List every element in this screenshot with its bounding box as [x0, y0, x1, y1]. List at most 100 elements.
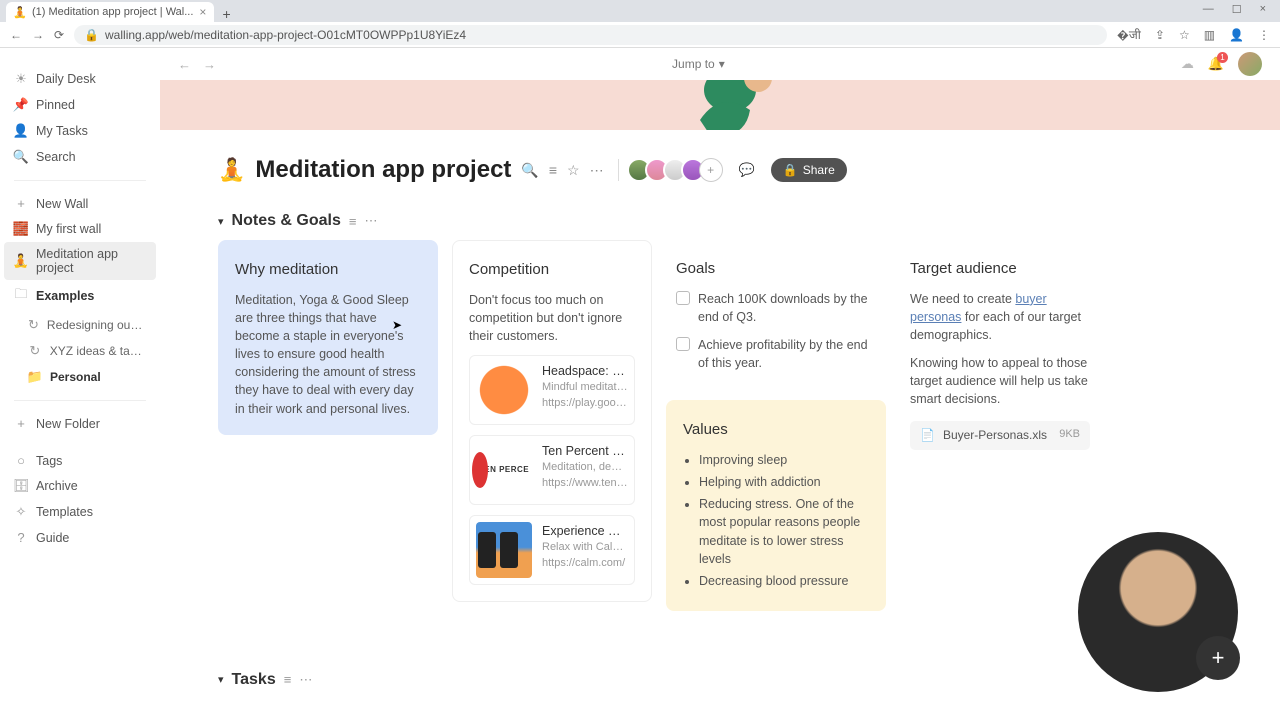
link-title: Experience Calm [542, 522, 628, 540]
comment-icon[interactable]: 💬 [739, 162, 755, 178]
card-target-audience[interactable]: Target audience We need to create buyer … [900, 240, 1100, 468]
wall-icon: 🧘 [14, 253, 28, 269]
cloud-sync-icon[interactable]: ☁ [1181, 56, 1194, 72]
link-desc: Meditation, demystified ... [542, 460, 628, 476]
sidebar-wall[interactable]: 🧱 My first wall [0, 216, 160, 242]
card-goals[interactable]: Goals Reach 100K downloads by the end of… [666, 240, 886, 386]
tab-favicon: 🧘 [14, 6, 26, 18]
sidebar-footer-templates[interactable]: ✧ Templates [0, 499, 160, 525]
goal-text: Reach 100K downloads by the end of Q3. [698, 290, 876, 326]
chevron-down-icon: ▾ [719, 57, 725, 71]
examples-folder[interactable]: 🗀 Examples [0, 280, 160, 312]
sidebar-icon: ☀ [14, 71, 28, 87]
folder-icon: 🗀 [14, 285, 28, 307]
main-canvas: ← → Jump to ▾ ☁ 🔔 1 [160, 48, 1280, 720]
competitor-link[interactable]: Headspace: Mindfu... Mindful meditation … [469, 355, 635, 425]
link-desc: Relax with Calm, a simpl... [542, 540, 628, 556]
new-folder-button[interactable]: + New Folder [0, 411, 160, 436]
filter-icon[interactable]: ≡ [284, 672, 292, 687]
close-tab-icon[interactable]: × [199, 5, 206, 19]
reload-icon[interactable]: ⟳ [54, 28, 64, 42]
bookmark-icon[interactable]: ☆ [1179, 28, 1190, 42]
competitor-link[interactable]: Experience Calm Relax with Calm, a simpl… [469, 515, 635, 585]
back-icon[interactable]: ← [10, 28, 22, 42]
more-icon[interactable]: ⋯ [364, 213, 377, 229]
example-icon: ↻ [28, 317, 39, 333]
filter-icon[interactable]: ≡ [349, 214, 357, 229]
user-avatar[interactable] [1238, 52, 1262, 76]
checkbox[interactable] [676, 337, 690, 351]
page-forward-icon[interactable]: → [203, 57, 216, 72]
more-icon[interactable]: ⋯ [590, 162, 604, 179]
goal-item[interactable]: Achieve profitability by the end of this… [676, 336, 876, 372]
install-icon[interactable]: �जी [1117, 26, 1141, 43]
address-bar[interactable]: 🔒 walling.app/web/meditation-app-project… [74, 25, 1107, 45]
new-wall-button[interactable]: + New Wall [0, 191, 160, 216]
sidebar-example[interactable]: ↻ XYZ ideas & tasks [0, 338, 160, 364]
new-tab-button[interactable]: + [214, 6, 238, 22]
link-url: https://play.google.com/... [542, 396, 628, 412]
share-icon[interactable]: ⇪ [1155, 28, 1165, 42]
card-why-meditation[interactable]: Why meditation Meditation, Yoga & Good S… [218, 240, 438, 435]
sidebar-item-search[interactable]: 🔍 Search [0, 144, 160, 170]
panel-icon[interactable]: ▥ [1204, 28, 1215, 42]
sidebar: ☀ Daily Desk 📌 Pinned 👤 My Tasks 🔍 Searc… [0, 48, 160, 720]
footer-icon: ✧ [14, 504, 28, 520]
page-back-icon[interactable]: ← [178, 57, 191, 72]
app-topbar: ← → Jump to ▾ ☁ 🔔 1 [160, 48, 1280, 80]
more-icon[interactable]: ⋯ [299, 672, 312, 688]
notification-badge: 1 [1217, 52, 1228, 63]
sidebar-footer-guide[interactable]: ? Guide [0, 525, 160, 550]
sidebar-item-daily-desk[interactable]: ☀ Daily Desk [0, 66, 160, 92]
lock-icon: 🔒 [783, 163, 798, 177]
page-header: 🧘 Meditation app project 🔍 ≡ ☆ ⋯ + 💬 🔒 S… [160, 130, 1280, 194]
sidebar-example[interactable]: 📁 Personal [0, 364, 160, 390]
star-icon[interactable]: ☆ [567, 162, 580, 179]
footer-icon: ○ [14, 453, 28, 468]
jump-to-button[interactable]: Jump to ▾ [672, 57, 725, 71]
sidebar-footer-tags[interactable]: ○ Tags [0, 448, 160, 473]
page-title[interactable]: Meditation app project [255, 156, 511, 184]
footer-icon: 🗄 [14, 478, 28, 494]
profile-icon[interactable]: 👤 [1229, 28, 1244, 42]
link-thumbnail [476, 522, 532, 578]
sidebar-wall[interactable]: 🧘 Meditation app project [4, 242, 156, 280]
lock-icon: 🔒 [84, 28, 99, 42]
collaborators[interactable]: + [633, 158, 723, 182]
window-maximize-icon[interactable]: ☐ [1232, 3, 1242, 16]
browser-tab[interactable]: 🧘 (1) Meditation app project | Wal... × [6, 2, 214, 22]
sidebar-footer-archive[interactable]: 🗄 Archive [0, 473, 160, 499]
goal-item[interactable]: Reach 100K downloads by the end of Q3. [676, 290, 876, 326]
value-item: Decreasing blood pressure [699, 572, 869, 590]
notifications-button[interactable]: 🔔 1 [1208, 56, 1224, 72]
card-body-2: Knowing how to appeal to those target au… [910, 354, 1090, 408]
file-attachment[interactable]: 📄 Buyer-Personas.xls 9KB [910, 421, 1090, 450]
share-button[interactable]: 🔒 Share [771, 158, 847, 182]
sidebar-item-my-tasks[interactable]: 👤 My Tasks [0, 118, 160, 144]
window-close-icon[interactable]: × [1260, 3, 1266, 16]
add-fab-button[interactable]: + [1196, 636, 1240, 680]
sidebar-item-pinned[interactable]: 📌 Pinned [0, 92, 160, 118]
forward-icon[interactable]: → [32, 28, 44, 42]
card-competition[interactable]: Competition Don't focus too much on comp… [452, 240, 652, 602]
link-title: Ten Percent Happi... [542, 442, 628, 460]
filter-icon[interactable]: ≡ [549, 162, 557, 179]
sidebar-example[interactable]: ↻ Redesigning our webs... [0, 312, 160, 338]
window-minimize-icon[interactable]: — [1203, 3, 1214, 16]
file-icon: 📄 [920, 427, 935, 444]
add-collaborator-button[interactable]: + [699, 158, 723, 182]
menu-icon[interactable]: ⋮ [1258, 28, 1270, 42]
card-title: Competition [469, 259, 635, 281]
wall-icon: 🧱 [14, 221, 28, 237]
search-icon[interactable]: 🔍 [521, 162, 538, 179]
checkbox[interactable] [676, 291, 690, 305]
link-thumbnail [476, 362, 532, 418]
competitor-link[interactable]: TEN PERCE Ten Percent Happi... Meditatio… [469, 435, 635, 505]
example-icon: 📁 [28, 369, 42, 385]
page-icon[interactable]: 🧘 [218, 157, 245, 183]
sidebar-icon: 👤 [14, 123, 28, 139]
page-cover[interactable] [160, 80, 1280, 130]
link-thumbnail: TEN PERCE [476, 442, 532, 498]
card-values[interactable]: Values Improving sleepHelping with addic… [666, 400, 886, 611]
section-notes-goals[interactable]: ▾ Notes & Goals ≡ ⋯ [160, 194, 1280, 236]
